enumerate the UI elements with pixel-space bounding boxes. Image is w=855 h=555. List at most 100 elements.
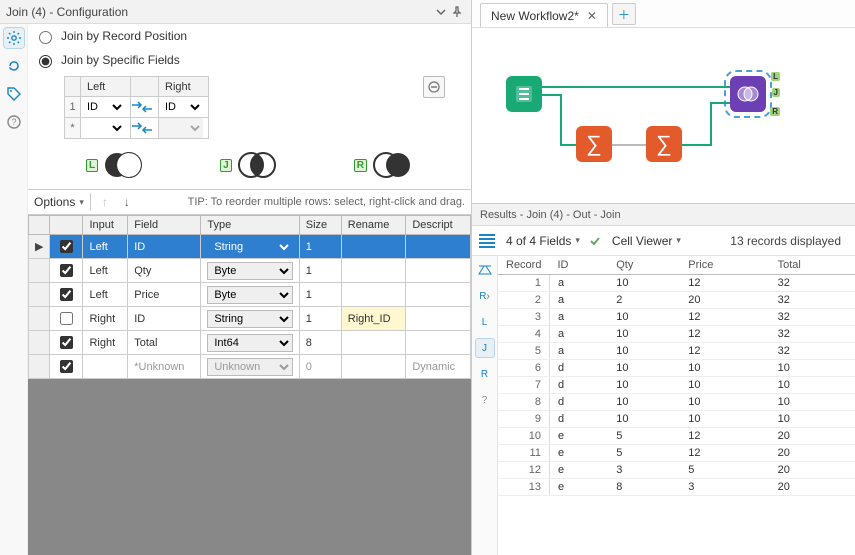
row-selector[interactable] [29,283,50,307]
results-row[interactable]: 3a101232 [498,309,855,326]
remove-row-button[interactable] [423,76,445,98]
rail-metadata[interactable] [475,260,495,280]
type-select[interactable]: String [207,238,292,256]
tag-icon[interactable] [4,84,24,104]
field-row[interactable]: LeftQtyByte1 [29,259,471,283]
jk-left-select-new[interactable] [81,118,125,138]
cell-rename[interactable]: Right_ID [341,307,406,331]
type-select[interactable]: Byte [207,262,292,280]
results-row[interactable]: 11e51220 [498,445,855,462]
col-rename[interactable]: Rename [341,216,406,235]
venn-left[interactable]: L [86,151,144,179]
jk-left-select-1[interactable]: ID [81,97,125,117]
field-include-checkbox[interactable] [60,312,73,325]
type-select[interactable]: String [207,310,292,328]
field-include-checkbox[interactable] [60,288,73,301]
rail-anchor-r[interactable]: R [475,364,495,384]
results-row[interactable]: 12e3520 [498,462,855,479]
field-row[interactable]: LeftPriceByte1 [29,283,471,307]
fields-picker[interactable]: 4 of 4 Fields▾ [506,234,602,248]
results-row[interactable]: 13e8320 [498,479,855,496]
pin-icon[interactable] [449,1,465,23]
summarize-tool-node-2[interactable]: ∑ [646,126,682,162]
results-row[interactable]: 2a22032 [498,292,855,309]
row-selector[interactable]: ▶ [29,235,50,259]
col-descr[interactable]: Descript [406,216,471,235]
help-icon[interactable]: ? [4,112,24,132]
gear-icon[interactable] [4,28,24,48]
field-row[interactable]: ▶LeftIDString1 [29,235,471,259]
options-menu[interactable]: Options▾ [34,195,84,209]
swap-arrows-icon[interactable] [131,118,159,139]
results-row[interactable]: 1a101232 [498,275,855,292]
field-include-checkbox[interactable] [60,336,73,349]
col-field[interactable]: Field [128,216,201,235]
summarize-tool-node-1[interactable]: ∑ [576,126,612,162]
cell-record: 7 [498,377,549,394]
nav-arrow-icon[interactable] [4,56,24,76]
col-id[interactable]: ID [549,256,608,275]
field-include-checkbox[interactable] [60,360,73,373]
workflow-canvas[interactable]: ∑ ∑ L J R [472,28,855,204]
rail-anchor-l[interactable]: L [475,312,495,332]
field-row[interactable]: RightTotalInt648 [29,331,471,355]
col-input[interactable]: Input [83,216,128,235]
cell-descr [406,259,471,283]
type-select[interactable]: Byte [207,286,292,304]
results-row[interactable]: 7d101010 [498,377,855,394]
col-size[interactable]: Size [299,216,341,235]
results-row[interactable]: 10e51220 [498,428,855,445]
cell-descr [406,283,471,307]
cell-viewer-picker[interactable]: Cell Viewer▾ [612,234,681,248]
cell-rename[interactable] [341,331,406,355]
join-by-position-radio[interactable]: Join by Record Position [28,24,471,48]
results-row[interactable]: 6d101010 [498,360,855,377]
rail-anchor-j[interactable]: J [475,338,495,358]
new-tab-button[interactable]: ＋ [612,3,636,25]
col-record[interactable]: Record [498,256,549,275]
cell-field: ID [128,307,201,331]
results-row[interactable]: 9d101010 [498,411,855,428]
type-select[interactable]: Unknown [207,358,292,376]
results-row[interactable]: 4a101232 [498,326,855,343]
field-row[interactable]: RightIDString1Right_ID [29,307,471,331]
join-tool-node[interactable]: L J R [730,76,766,112]
jk-right-select-1[interactable]: ID [159,97,203,117]
venn-right[interactable]: R [354,151,413,179]
arrow-down-icon[interactable]: ↓ [119,191,135,213]
results-table[interactable]: Record ID Qty Price Total 1a1012322a2203… [498,256,855,496]
col-price[interactable]: Price [680,256,769,275]
row-selector[interactable] [29,259,50,283]
cell-rename[interactable] [341,235,406,259]
workflow-tab-bar: New Workflow2* ✕ ＋ [472,0,855,28]
type-select[interactable]: Int64 [207,334,292,352]
cell-descr [406,331,471,355]
table-view-icon[interactable] [478,233,496,249]
fields-grid[interactable]: Input Field Type Size Rename Descript ▶L… [28,215,471,379]
field-include-checkbox[interactable] [60,240,73,253]
col-type[interactable]: Type [201,216,299,235]
cell-qty: 8 [608,479,680,496]
venn-join[interactable]: J [220,151,278,179]
row-selector[interactable] [29,331,50,355]
cell-rename[interactable] [341,283,406,307]
cell-rename[interactable] [341,259,406,283]
swap-arrows-icon[interactable] [131,97,159,118]
input-tool-node[interactable] [506,76,542,112]
workflow-tab[interactable]: New Workflow2* ✕ [480,3,608,27]
field-include-checkbox[interactable] [60,264,73,277]
col-total[interactable]: Total [770,256,855,275]
row-selector[interactable] [29,355,50,379]
cell-rename[interactable] [341,355,406,379]
row-selector[interactable] [29,307,50,331]
chevron-down-icon[interactable] [433,1,449,23]
rail-help-icon[interactable]: ? [475,390,495,410]
col-qty[interactable]: Qty [608,256,680,275]
results-row[interactable]: 8d101010 [498,394,855,411]
join-by-fields-radio[interactable]: Join by Specific Fields [28,48,471,72]
arrow-up-icon[interactable]: ↑ [97,191,113,213]
close-icon[interactable]: ✕ [587,9,597,23]
results-row[interactable]: 5a101232 [498,343,855,360]
rail-right-in[interactable]: R› [475,286,495,306]
field-row[interactable]: *UnknownUnknown0Dynamic [29,355,471,379]
